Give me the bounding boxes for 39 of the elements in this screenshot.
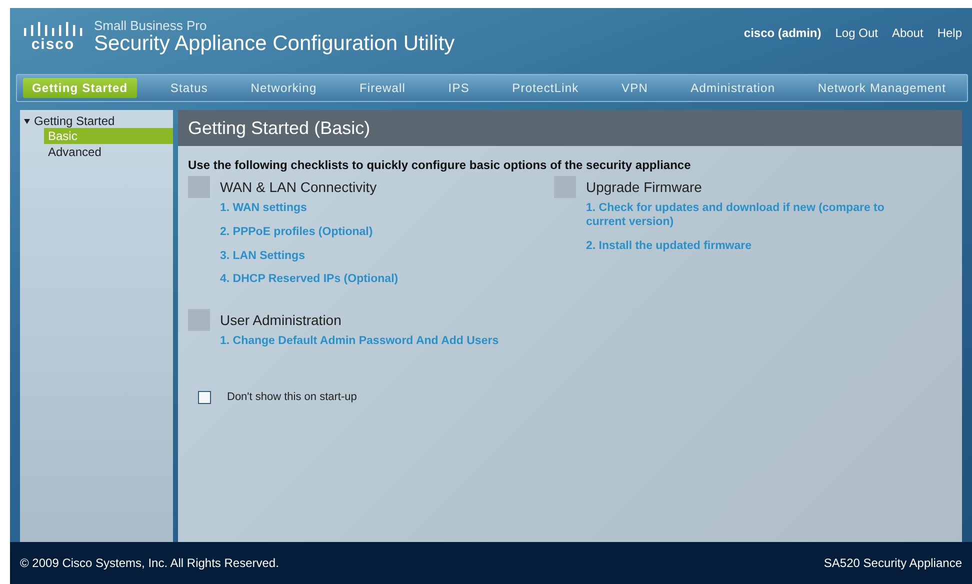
page-title: Getting Started (Basic) [178, 110, 962, 146]
checklist-title: WAN & LAN Connectivity [220, 179, 377, 195]
header-link[interactable]: Log Out [835, 26, 878, 40]
nav-tab[interactable]: Administration [682, 78, 784, 98]
checklist-link[interactable]: 2. PPPoE profiles (Optional) [220, 226, 520, 240]
startup-checkbox[interactable] [198, 390, 211, 404]
header-link[interactable]: About [892, 26, 924, 40]
checkbox-label: Don't show this on start-up [227, 391, 357, 404]
nav-tab[interactable]: Status [161, 78, 217, 98]
copyright-text: © 2009 Cisco Systems, Inc. All Rights Reserved. [20, 556, 279, 570]
checklist-link[interactable]: 4. DHCP Reserved IPs (Optional) [220, 273, 520, 288]
checklist-link[interactable]: 1. Change Default Admin Password And Add Users [220, 335, 520, 349]
nav-tab[interactable]: VPN [612, 78, 657, 98]
header-link[interactable]: Help [937, 26, 962, 40]
nav-tab[interactable]: Networking [242, 78, 326, 98]
sidebar-item[interactable]: Advanced [44, 144, 173, 160]
product-line: Small Business Pro [94, 18, 208, 33]
sidebar-group[interactable]: Getting Started [34, 114, 115, 128]
checklist-link[interactable]: 1. Check for updates and download if new (compare to current version) [586, 202, 886, 230]
checklist-square-icon [188, 309, 210, 332]
checklist-link[interactable]: 1. WAN settings [220, 202, 520, 216]
nav-tab[interactable]: Firewall [350, 78, 415, 98]
brand-logo: cisco [31, 36, 75, 52]
logo-bars-icon [22, 22, 84, 36]
intro-text: Use the following checklists to quickly configure basic options of the security appliance [188, 158, 692, 172]
checklist-square-icon [188, 176, 210, 198]
product-name: SA520 Security Appliance [824, 556, 962, 570]
nav-tab[interactable]: ProtectLink [503, 78, 588, 98]
nav-tab[interactable]: Network Management [808, 78, 955, 98]
checklist-link[interactable]: 3. LAN Settings [220, 250, 520, 264]
app-title: Security Appliance Configuration Utility [94, 32, 455, 56]
nav-tab[interactable]: Getting Started [23, 78, 137, 98]
checklist-title: User Administration [220, 312, 342, 328]
user-name: cisco (admin) [744, 26, 822, 40]
expand-triangle-icon[interactable] [24, 118, 30, 124]
nav-tab[interactable]: IPS [439, 78, 478, 98]
checklist-link[interactable]: 2. Install the updated firmware [586, 240, 886, 254]
checklist-title: Upgrade Firmware [586, 179, 702, 195]
sidebar-item[interactable]: Basic [44, 128, 173, 144]
